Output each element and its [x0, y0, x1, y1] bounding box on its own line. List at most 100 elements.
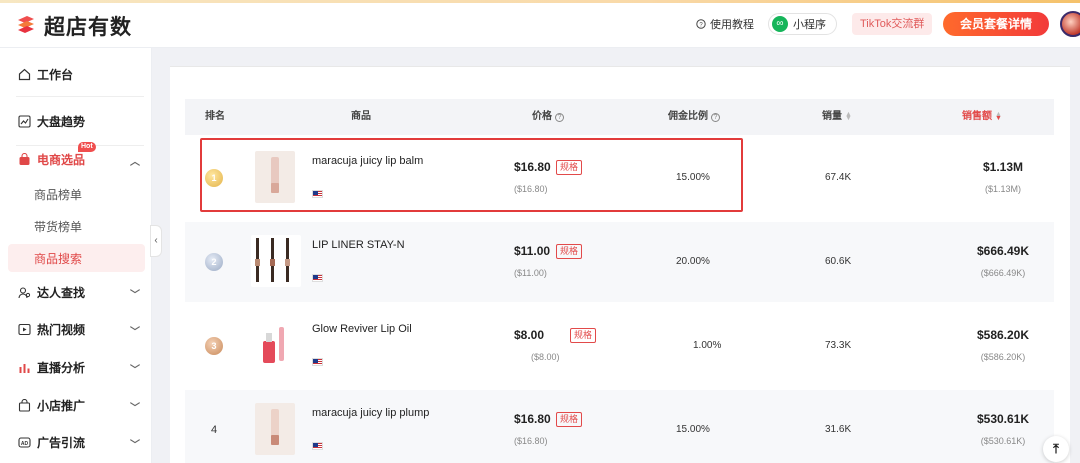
commission-rate: 15.00% — [676, 424, 710, 435]
help-link[interactable]: ? 使用教程 — [696, 16, 754, 32]
hot-badge: Hot — [78, 142, 96, 152]
us-flag-icon — [312, 190, 323, 198]
product-name[interactable]: Glow Reviver Lip Oil — [312, 323, 412, 335]
user-search-icon — [17, 285, 31, 299]
sort-icon[interactable]: ▲ ▼ — [845, 111, 852, 122]
sidebar-item-workbench[interactable]: 工作台 — [0, 56, 152, 92]
avatar[interactable] — [1060, 11, 1080, 37]
table-row[interactable]: 3 Glow Reviver Lip Oil $8.00 规格 ($8.00) … — [185, 306, 1054, 386]
sales-amount: $586.20K — [976, 328, 1030, 342]
rank-number: 4 — [210, 424, 218, 436]
sidebar-item-label: 直播分析 — [37, 360, 86, 375]
chevron-up-icon: ︿ — [130, 157, 140, 168]
sales-amount: $666.49K — [976, 244, 1030, 258]
column-volume[interactable]: 销量 ▲ ▼ — [822, 99, 852, 135]
chevron-down-icon: ﹀ — [130, 440, 140, 451]
sidebar-sub-product-ranking[interactable]: 商品榜单 — [8, 180, 145, 208]
rank-medal-bronze: 3 — [205, 337, 223, 355]
brand-name: 超店有数 — [44, 16, 132, 39]
help-icon[interactable]: ? — [555, 112, 564, 122]
sidebar-item-label: 小店推广 — [37, 398, 86, 413]
help-icon[interactable]: ? — [711, 112, 720, 122]
price-sub: ($8.00) — [531, 352, 560, 362]
table-row[interactable]: 4 maracuja juicy lip plump $16.80 规格 ($1… — [185, 390, 1054, 463]
column-sales[interactable]: 销售额 ▲ ▼ — [962, 99, 1002, 135]
chevron-down-icon: ﹀ — [130, 403, 140, 414]
spec-badge[interactable]: 规格 — [570, 328, 597, 343]
commission-rate: 15.00% — [676, 172, 710, 183]
sales-volume: 73.3K — [825, 340, 852, 351]
mini-program-icon: ∞ — [772, 16, 788, 32]
divider — [16, 96, 144, 97]
sales-amount: $530.61K — [976, 412, 1030, 426]
sidebar-item-live-analysis[interactable]: 直播分析 ﹀ — [0, 349, 152, 385]
product-thumbnail[interactable] — [255, 403, 295, 455]
product-name[interactable]: maracuja juicy lip balm — [312, 155, 423, 167]
help-icon: ? — [696, 19, 706, 29]
store-icon — [17, 398, 31, 412]
us-flag-icon — [312, 358, 323, 366]
help-label: 使用教程 — [710, 19, 754, 31]
sidebar-item-store-promotion[interactable]: 小店推广 ﹀ — [0, 387, 152, 423]
home-icon — [17, 67, 31, 81]
price: $8.00 — [514, 328, 545, 342]
sidebar-collapse-button[interactable]: ‹ — [150, 225, 162, 257]
sales-amount: $1.13M — [982, 160, 1024, 174]
sidebar-item-product-selection[interactable]: 电商选品 Hot ︿ — [0, 141, 152, 177]
brand-logo[interactable]: 超店有数 — [14, 11, 132, 41]
table-header: 排名 商品 价格? 佣金比例? 销量 ▲ ▼ 销售额 ▲ ▼ — [185, 99, 1054, 135]
sidebar-item-label: 大盘趋势 — [37, 114, 86, 129]
sidebar-item-market-trend[interactable]: 大盘趋势 — [0, 103, 152, 139]
spec-badge[interactable]: 规格 — [556, 412, 583, 427]
sidebar-item-influencer-search[interactable]: 达人查找 ﹀ — [0, 274, 152, 310]
chevron-down-icon: ﹀ — [130, 365, 140, 376]
column-price[interactable]: 价格? — [532, 99, 564, 135]
sidebar-item-label: 热门视频 — [37, 322, 86, 337]
commission-rate: 1.00% — [693, 340, 722, 351]
sidebar-sub-sales-ranking[interactable]: 带货榜单 — [8, 212, 145, 240]
spec-badge[interactable]: 规格 — [556, 244, 583, 259]
chevron-down-icon: ﹀ — [130, 290, 140, 301]
table-row[interactable]: 1 maracuja juicy lip balm $16.80 规格 ($16… — [185, 138, 1054, 218]
ad-icon: AD — [17, 435, 31, 449]
sidebar: 工作台 大盘趋势 电商选品 Hot ︿ 商品榜单 带货榜单 商品搜索 达人查找 … — [0, 48, 152, 463]
product-name[interactable]: maracuja juicy lip plump — [312, 407, 429, 419]
mini-program-button[interactable]: ∞ 小程序 — [768, 13, 837, 35]
product-thumbnail[interactable] — [255, 151, 295, 203]
logo-icon — [18, 16, 34, 33]
column-product: 商品 — [351, 111, 371, 122]
mini-program-label: 小程序 — [793, 19, 826, 31]
product-thumbnail[interactable] — [255, 319, 295, 371]
tiktok-group-button[interactable]: TikTok交流群 — [852, 13, 933, 35]
sidebar-sub-product-search[interactable]: 商品搜索 — [8, 244, 145, 272]
rank-medal-gold: 1 — [205, 169, 223, 187]
svg-text:AD: AD — [20, 441, 28, 447]
price-sub: ($16.80) — [514, 436, 548, 446]
product-name[interactable]: LIP LINER STAY-N — [312, 239, 405, 251]
spec-badge[interactable]: 规格 — [556, 160, 583, 175]
sort-icon[interactable]: ▲ ▼ — [995, 111, 1002, 122]
column-commission[interactable]: 佣金比例? — [668, 99, 720, 135]
shopping-bag-icon — [17, 152, 31, 166]
back-to-top-button[interactable]: ⤒ — [1043, 436, 1069, 462]
divider — [170, 66, 1070, 67]
sales-volume: 60.6K — [825, 256, 852, 267]
sidebar-item-hot-videos[interactable]: 热门视频 ﹀ — [0, 311, 152, 347]
table-row[interactable]: 2 LIP LINER STAY-N $11.00 规格 ($11.00) 20… — [185, 222, 1054, 302]
price: $11.00 — [514, 244, 551, 258]
product-thumbnail[interactable] — [251, 235, 301, 287]
sales-amount-sub: ($530.61K) — [980, 436, 1026, 446]
sales-volume: 31.6K — [825, 424, 852, 435]
vip-plan-button[interactable]: 会员套餐详情 — [943, 12, 1049, 36]
top-bar: 超店有数 ? 使用教程 ∞ 小程序 TikTok交流群 会员套餐详情 — [0, 0, 1080, 48]
sales-amount-sub: ($586.20K) — [980, 352, 1026, 362]
chevron-down-icon: ﹀ — [130, 327, 140, 338]
bar-chart-icon — [17, 360, 31, 374]
sidebar-item-label: 达人查找 — [37, 285, 86, 300]
price: $16.80 — [514, 160, 551, 174]
sales-amount-sub: ($1.13M) — [984, 184, 1021, 194]
column-rank: 排名 — [205, 111, 225, 122]
sidebar-item-label: 广告引流 — [37, 435, 86, 450]
sidebar-item-ad-traffic[interactable]: AD 广告引流 ﹀ — [0, 424, 152, 460]
us-flag-icon — [312, 442, 323, 450]
